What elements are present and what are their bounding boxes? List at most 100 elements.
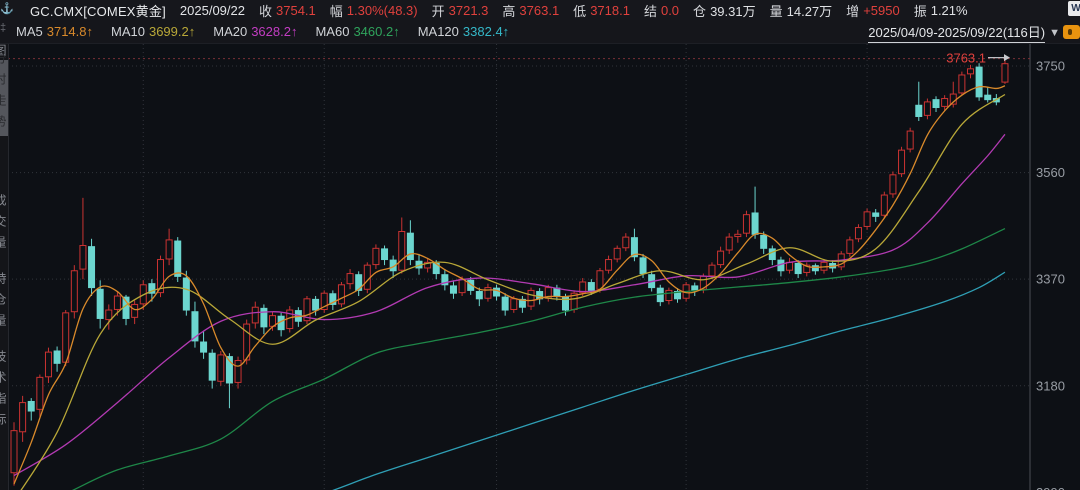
candle-body[interactable] xyxy=(459,279,465,292)
ma-line-ma20 xyxy=(14,134,1005,475)
candle-body[interactable] xyxy=(812,266,818,271)
candle-body[interactable] xyxy=(166,240,172,259)
candle-body[interactable] xyxy=(71,271,77,312)
candle-body[interactable] xyxy=(382,249,388,260)
candle-body[interactable] xyxy=(623,237,629,248)
candle-body[interactable] xyxy=(752,213,758,234)
candle-body[interactable] xyxy=(640,258,646,274)
candle-body[interactable] xyxy=(347,274,353,284)
toolbar-fragment-icon: ⚓ xyxy=(0,2,14,15)
candle-body[interactable] xyxy=(261,308,267,327)
field-oi-change: 增+5950 xyxy=(846,1,900,20)
candle-body[interactable] xyxy=(28,401,34,411)
ma5-legend: MA53714.8↑ xyxy=(16,24,93,39)
candle-body[interactable] xyxy=(718,251,724,264)
candle-body[interactable] xyxy=(855,228,861,239)
candle-body[interactable] xyxy=(450,286,456,293)
candle-body[interactable] xyxy=(528,290,534,306)
candle-body[interactable] xyxy=(769,249,775,260)
candle-body[interactable] xyxy=(959,75,965,93)
candle-body[interactable] xyxy=(985,95,991,99)
candle-body[interactable] xyxy=(666,290,672,300)
quote-date: 2025/09/22 xyxy=(180,3,245,18)
candle-body[interactable] xyxy=(502,297,508,310)
candle-body[interactable] xyxy=(485,288,491,299)
strip-tab[interactable]: 技术指标 xyxy=(0,350,8,434)
candle-body[interactable] xyxy=(106,310,112,320)
candle-body[interactable] xyxy=(588,283,594,291)
candlestick-chart-canvas[interactable]: 375035603370318029903763.1 xyxy=(0,44,1080,490)
y-axis-tick-label: 3560 xyxy=(1036,165,1065,180)
candle-body[interactable] xyxy=(63,313,69,362)
candle-body[interactable] xyxy=(183,278,189,310)
candle-body[interactable] xyxy=(1002,64,1008,82)
left-tab-strip[interactable]: 图 分时走势 成交量 持仓量 技术指标 xyxy=(0,44,9,490)
candle-body[interactable] xyxy=(890,175,896,194)
candle-body[interactable] xyxy=(907,131,913,149)
candle-body[interactable] xyxy=(476,292,482,299)
strip-tab[interactable]: 持仓量 xyxy=(0,272,8,335)
candle-body[interactable] xyxy=(407,233,413,259)
candle-body[interactable] xyxy=(201,342,207,352)
candle-body[interactable] xyxy=(735,234,741,236)
candle-body[interactable] xyxy=(209,353,215,380)
candle-body[interactable] xyxy=(597,271,603,290)
candle-body[interactable] xyxy=(364,265,370,289)
candle-body[interactable] xyxy=(494,288,500,296)
candle-body[interactable] xyxy=(976,67,982,97)
candle-body[interactable] xyxy=(916,105,922,116)
candle-body[interactable] xyxy=(175,241,181,276)
strip-tab-active[interactable]: 分时走势 xyxy=(0,60,8,136)
arrow-right-head xyxy=(1004,54,1010,61)
candle-body[interactable] xyxy=(45,352,51,377)
toolbar-fragment-icon: ‡ xyxy=(0,22,14,34)
candle-body[interactable] xyxy=(235,361,241,383)
ma60-legend: MA603460.2↑ xyxy=(315,24,399,39)
candle-body[interactable] xyxy=(864,212,870,227)
quote-header-bar: GC.CMX[COMEX黄金] 2025/09/22 收3754.1 幅1.30… xyxy=(0,0,1080,20)
field-open: 开3721.3 xyxy=(432,1,489,20)
candle-body[interactable] xyxy=(692,286,698,290)
candle-body[interactable] xyxy=(795,263,801,273)
candle-body[interactable] xyxy=(726,237,732,250)
candle-body[interactable] xyxy=(313,299,319,310)
candle-body[interactable] xyxy=(942,99,948,107)
candle-body[interactable] xyxy=(399,231,405,270)
candle-body[interactable] xyxy=(80,246,86,270)
candle-body[interactable] xyxy=(606,260,612,271)
candle-body[interactable] xyxy=(743,215,749,234)
candle-body[interactable] xyxy=(899,150,905,174)
candle-body[interactable] xyxy=(924,102,930,115)
candle-body[interactable] xyxy=(54,351,60,363)
candle-body[interactable] xyxy=(20,403,26,432)
candle-body[interactable] xyxy=(847,240,853,253)
candle-body[interactable] xyxy=(89,247,95,288)
field-low: 低3718.1 xyxy=(573,1,630,20)
candle-body[interactable] xyxy=(37,377,43,409)
candle-body[interactable] xyxy=(881,195,887,215)
chevron-down-icon[interactable]: ▼ xyxy=(1049,27,1060,39)
word-window-icon[interactable]: W xyxy=(1068,1,1080,16)
candle-body[interactable] xyxy=(761,235,767,248)
candle-body[interactable] xyxy=(114,296,120,309)
candle-body[interactable] xyxy=(97,289,103,318)
candle-body[interactable] xyxy=(132,304,138,317)
date-range-label[interactable]: 2025/04/09-2025/09/22(116日) xyxy=(868,22,1045,43)
candle-body[interactable] xyxy=(373,248,379,264)
candle-body[interactable] xyxy=(218,355,224,381)
candle-body[interactable] xyxy=(933,100,939,108)
date-range-selector[interactable]: 2025/04/09-2025/09/22(116日) ▼ xyxy=(868,22,1060,43)
candle-body[interactable] xyxy=(338,285,344,304)
lock-icon[interactable] xyxy=(1063,25,1080,39)
candle-body[interactable] xyxy=(709,265,715,276)
candle-body[interactable] xyxy=(787,262,793,270)
candle-body[interactable] xyxy=(614,248,620,259)
candle-body[interactable] xyxy=(11,431,17,473)
candle-body[interactable] xyxy=(967,69,973,74)
candle-body[interactable] xyxy=(657,288,663,301)
candle-body[interactable] xyxy=(873,213,879,216)
candlestick-chart-area[interactable]: 375035603370318029903763.1 xyxy=(0,44,1080,490)
candle-body[interactable] xyxy=(252,307,258,323)
candle-body[interactable] xyxy=(511,299,517,310)
strip-tab[interactable]: 成交量 xyxy=(0,194,8,257)
